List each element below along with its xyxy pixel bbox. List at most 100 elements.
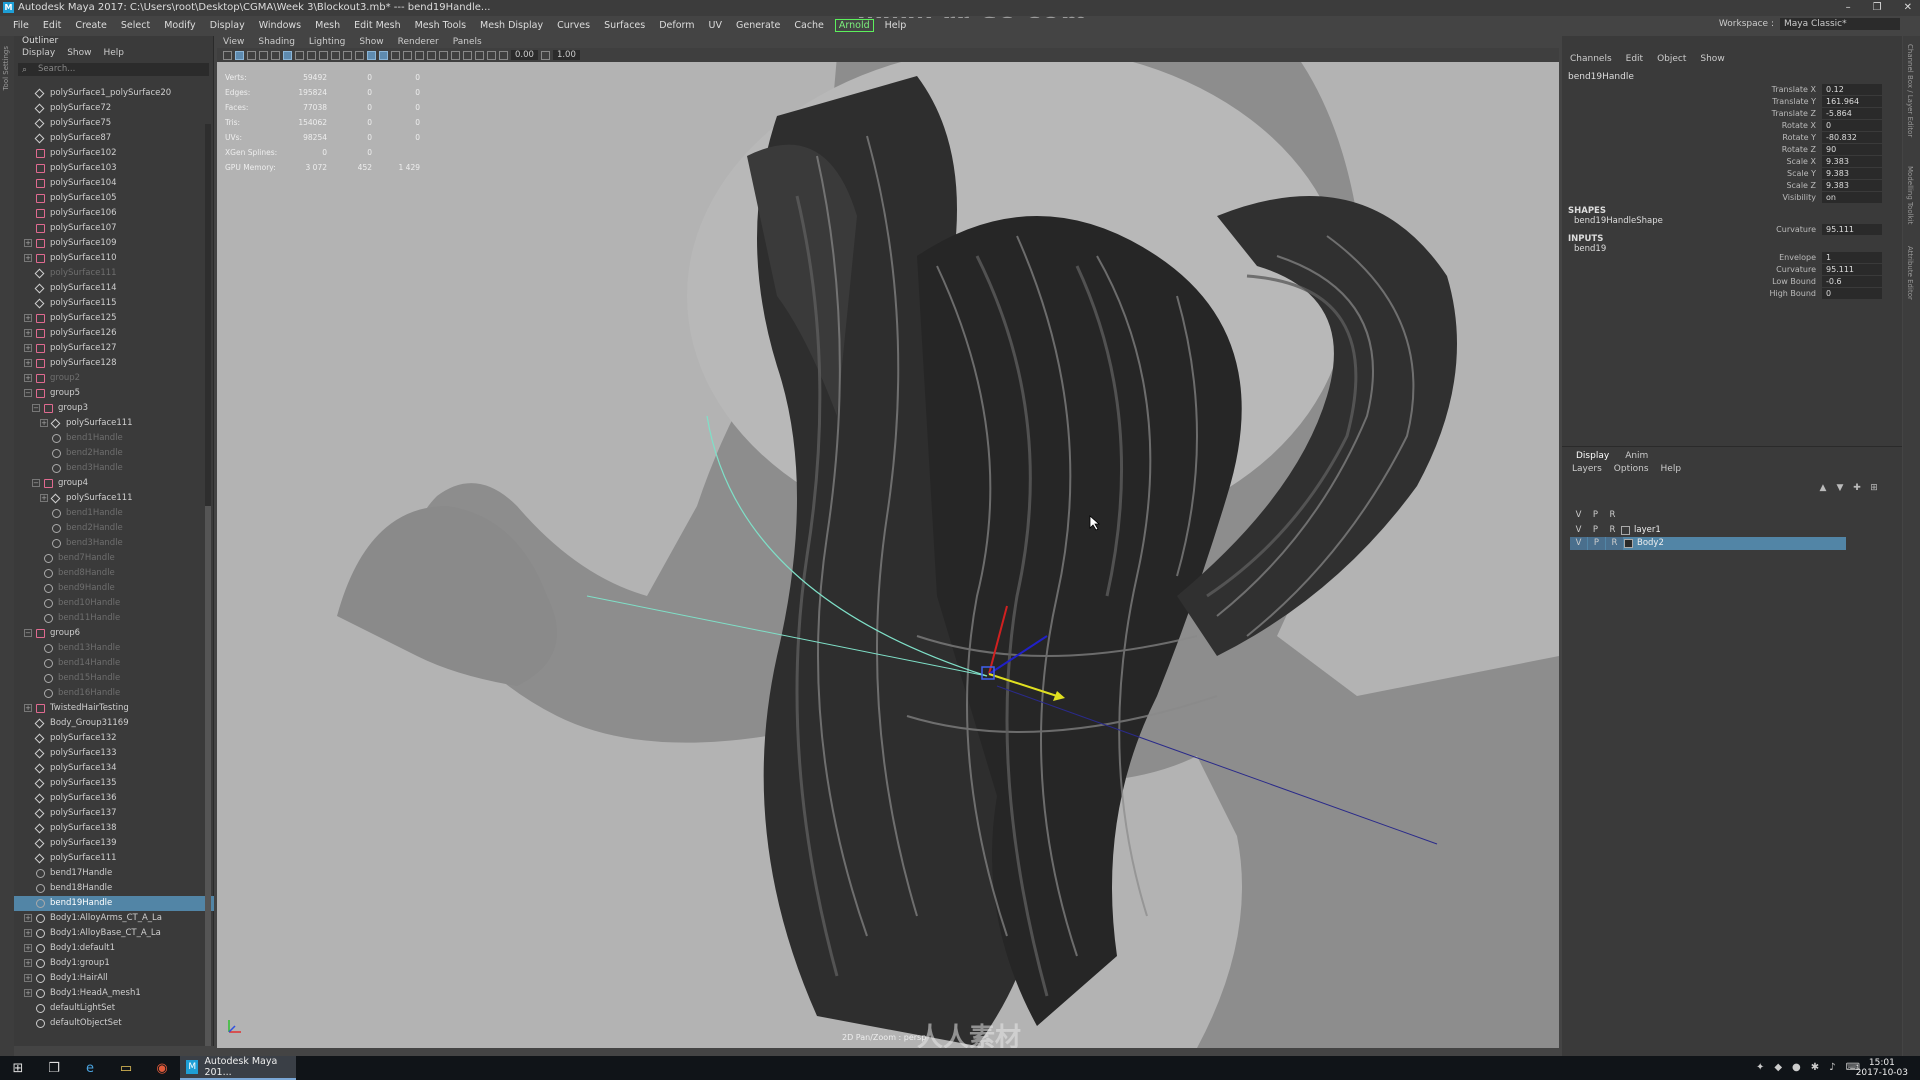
tray-chat-icon[interactable]: ◆ [1774, 1062, 1782, 1073]
viewport-panel[interactable]: View Shading Lighting Show Renderer Panels 0.… [217, 36, 1559, 1048]
menu-display[interactable]: Display [203, 20, 252, 31]
field-chart-icon[interactable] [319, 50, 328, 60]
workspace-dropdown[interactable]: Maya Classic* [1780, 18, 1900, 30]
viewport-menu-renderer[interactable]: Renderer [398, 37, 439, 47]
outliner-row[interactable]: polySurface134 [14, 761, 214, 776]
expand-icon[interactable]: + [24, 929, 32, 937]
attribute-value-field[interactable]: 9.383 [1822, 156, 1882, 168]
attribute-row[interactable]: Low Bound -0.6 [1562, 276, 1902, 288]
outliner-row[interactable]: + group2 [14, 371, 214, 386]
tool-settings-tab[interactable]: Tool Settings [2, 46, 12, 91]
outliner-row[interactable]: polySurface133 [14, 746, 214, 761]
expand-icon[interactable]: + [24, 704, 32, 712]
attribute-row[interactable]: Scale Z 9.383 [1562, 180, 1902, 192]
exposure-icon[interactable] [499, 50, 508, 60]
edge-browser-icon[interactable]: e [72, 1056, 108, 1080]
outliner-row[interactable]: bend18Handle [14, 881, 214, 896]
outliner-row[interactable]: + polySurface126 [14, 326, 214, 341]
menu-edit-mesh[interactable]: Edit Mesh [347, 20, 407, 31]
safe-title-icon[interactable] [343, 50, 352, 60]
attribute-value-field[interactable]: 161.964 [1822, 96, 1882, 108]
menu-uv[interactable]: UV [702, 20, 729, 31]
layer-toggle-r[interactable]: R [1604, 524, 1621, 537]
outliner-row[interactable]: polySurface72 [14, 101, 214, 116]
outliner-row[interactable]: + polySurface109 [14, 236, 214, 251]
xray-icon[interactable] [475, 50, 484, 60]
ambient-occlusion-icon[interactable] [427, 50, 436, 60]
restore-button[interactable]: ❐ [1873, 0, 1882, 16]
outliner-row[interactable]: polySurface111 [14, 266, 214, 281]
outliner-row[interactable]: polySurface103 [14, 161, 214, 176]
attribute-value-field[interactable]: 9.383 [1822, 180, 1882, 192]
viewport-menu-lighting[interactable]: Lighting [309, 37, 345, 47]
tray-network-icon[interactable]: ✦ [1756, 1062, 1764, 1073]
collapse-icon[interactable]: − [24, 629, 32, 637]
menu-arnold[interactable]: Arnold [834, 19, 874, 32]
channel-menu-show[interactable]: Show [1700, 54, 1724, 68]
tab-channel-box-layer-editor[interactable]: Channel Box / Layer Editor [1906, 44, 1914, 137]
layer-menu-layers[interactable]: Layers [1572, 464, 1602, 474]
outliner-row[interactable]: Body_Group31169 [14, 716, 214, 731]
outliner-row[interactable]: polySurface137 [14, 806, 214, 821]
viewport-menu-shading[interactable]: Shading [258, 37, 295, 47]
expand-icon[interactable]: + [24, 914, 32, 922]
menu-deform[interactable]: Deform [652, 20, 701, 31]
expand-icon[interactable]: + [24, 239, 32, 247]
attribute-row[interactable]: Rotate Z 90 [1562, 144, 1902, 156]
attribute-value-field[interactable]: on [1822, 192, 1882, 204]
collapse-icon[interactable]: − [24, 389, 32, 397]
motion-blur-icon[interactable] [439, 50, 448, 60]
use-all-lights-icon[interactable] [403, 50, 412, 60]
workspace-selector[interactable]: Workspace : Maya Classic* [1719, 18, 1900, 30]
new-layer-from-selection-icon[interactable]: ⊞ [1868, 483, 1880, 493]
safe-action-icon[interactable] [331, 50, 340, 60]
tray-app-icon[interactable]: ● [1792, 1062, 1801, 1073]
outliner-row[interactable]: defaultLightSet [14, 1001, 214, 1016]
attribute-value-field[interactable]: -5.864 [1822, 108, 1882, 120]
attribute-row[interactable]: Curvature 95.111 [1562, 224, 1902, 236]
taskbar-clock[interactable]: 15:01 2017-10-03 [1856, 1058, 1908, 1078]
gamma-field[interactable]: 1.00 [552, 50, 580, 60]
outliner-row[interactable]: − group3 [14, 401, 214, 416]
menu-curves[interactable]: Curves [550, 20, 597, 31]
attribute-value-field[interactable]: 0 [1822, 120, 1882, 132]
menu-mesh-display[interactable]: Mesh Display [473, 20, 550, 31]
expand-icon[interactable]: + [40, 419, 48, 427]
outliner-row[interactable]: polySurface115 [14, 296, 214, 311]
close-button[interactable]: ✕ [1904, 0, 1912, 16]
outliner-row[interactable]: bend10Handle [14, 596, 214, 611]
attribute-row[interactable]: Scale Y 9.383 [1562, 168, 1902, 180]
attribute-row[interactable]: Rotate X 0 [1562, 120, 1902, 132]
camera-attributes-icon[interactable] [235, 50, 244, 60]
tab-anim[interactable]: Anim [1625, 451, 1648, 461]
outliner-row[interactable]: polySurface104 [14, 176, 214, 191]
file-explorer-icon[interactable]: ▭ [108, 1056, 144, 1080]
outliner-row[interactable]: bend15Handle [14, 671, 214, 686]
bookmark-icon[interactable] [247, 50, 256, 60]
minimize-button[interactable]: – [1846, 0, 1851, 16]
outliner-row[interactable]: + Body1:HairAll [14, 971, 214, 986]
outliner-row[interactable]: polySurface111 [14, 851, 214, 866]
outliner-row[interactable]: bend9Handle [14, 581, 214, 596]
expand-icon[interactable]: + [40, 494, 48, 502]
expand-icon[interactable]: + [24, 329, 32, 337]
outliner-row[interactable]: + Body1:default1 [14, 941, 214, 956]
outliner-row[interactable]: + polySurface125 [14, 311, 214, 326]
grid-icon[interactable] [271, 50, 280, 60]
outliner-row[interactable]: bend3Handle [14, 536, 214, 551]
xray-joints-icon[interactable] [487, 50, 496, 60]
outliner-row[interactable]: polySurface87 [14, 131, 214, 146]
outliner-row[interactable]: + Body1:group1 [14, 956, 214, 971]
outliner-row[interactable]: polySurface107 [14, 221, 214, 236]
outliner-row[interactable]: + Body1:HeadA_mesh1 [14, 986, 214, 1001]
textured-icon[interactable] [391, 50, 400, 60]
outliner-row[interactable]: polySurface114 [14, 281, 214, 296]
expand-icon[interactable]: + [24, 374, 32, 382]
outliner-row[interactable]: + polySurface111 [14, 416, 214, 431]
channel-menu-channels[interactable]: Channels [1570, 54, 1612, 68]
outliner-row[interactable]: polySurface106 [14, 206, 214, 221]
isolate-select-icon[interactable] [463, 50, 472, 60]
outliner-row[interactable]: bend11Handle [14, 611, 214, 626]
expand-icon[interactable]: + [24, 254, 32, 262]
outliner-row[interactable]: polySurface75 [14, 116, 214, 131]
